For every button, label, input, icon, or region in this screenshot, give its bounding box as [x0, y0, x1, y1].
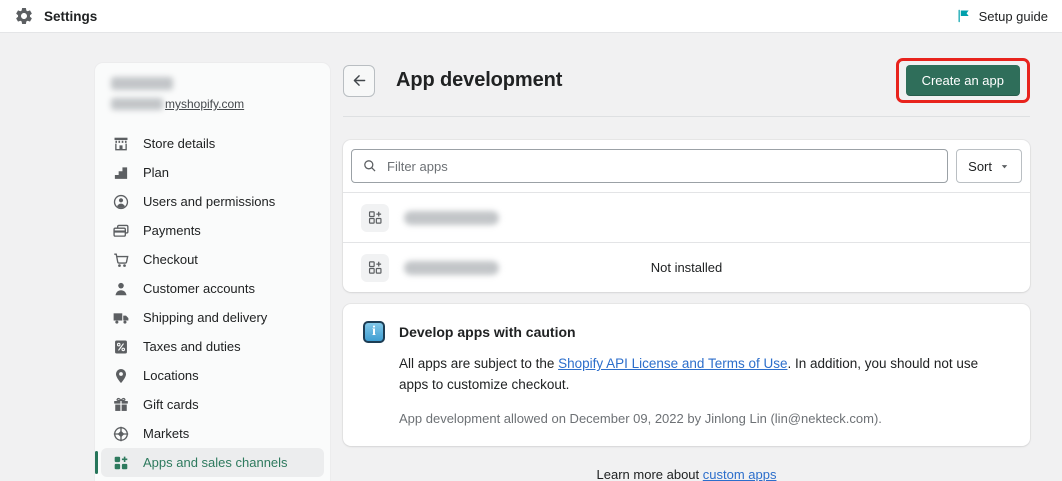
plan-icon	[112, 164, 130, 182]
settings-gear-icon	[14, 6, 34, 26]
red-annotation-box: Create an app	[895, 58, 1030, 103]
caution-banner: i Develop apps with caution All apps are…	[343, 304, 1030, 446]
users-icon	[112, 193, 130, 211]
sidebar-item-label: Store details	[143, 136, 216, 151]
app-grid-icon	[361, 253, 389, 282]
store-subdomain-redacted	[111, 98, 163, 110]
sidebar-item-gift-cards[interactable]: Gift cards	[95, 390, 330, 419]
store-header: myshopify.com	[95, 63, 330, 121]
sidebar-item-plan[interactable]: Plan	[95, 158, 330, 187]
sidebar-item-label: Checkout	[143, 252, 198, 267]
taxes-icon	[112, 338, 130, 356]
sidebar-item-customer-accounts[interactable]: Customer accounts	[95, 274, 330, 303]
sidebar-item-label: Apps and sales channels	[143, 455, 288, 470]
footer-text: Learn more about	[596, 467, 703, 481]
sidebar-item-label: Users and permissions	[143, 194, 276, 209]
page-header: App development Create an app	[343, 58, 1030, 103]
page-title: App development	[396, 69, 563, 91]
sort-label: Sort	[968, 158, 992, 174]
banner-header: i Develop apps with caution	[363, 321, 1010, 343]
footer-help-text: Learn more about custom apps	[343, 467, 1030, 481]
setup-guide-label: Setup guide	[978, 8, 1048, 24]
sidebar-item-store-details[interactable]: Store details	[95, 129, 330, 158]
sidebar-item-taxes-duties[interactable]: Taxes and duties	[95, 332, 330, 361]
arrow-left-icon	[353, 75, 365, 86]
apps-list-card: Sort Not installed	[343, 140, 1030, 292]
banner-note: App development allowed on December 09, …	[399, 411, 882, 426]
api-license-link[interactable]: Shopify API License and Terms of Use	[558, 356, 787, 371]
banner-title: Develop apps with caution	[399, 324, 576, 340]
sort-button[interactable]: Sort	[956, 149, 1022, 183]
info-icon: i	[363, 321, 385, 343]
sidebar-item-label: Plan	[143, 165, 170, 180]
settings-title: Settings	[44, 8, 98, 24]
custom-apps-link[interactable]: custom apps	[703, 467, 777, 481]
app-name-redacted	[404, 260, 499, 275]
header-divider	[343, 116, 1030, 117]
gift-icon	[112, 396, 130, 414]
markets-icon	[112, 425, 130, 443]
filter-apps-field[interactable]	[351, 149, 949, 183]
sidebar-item-apps-sales-channels[interactable]: Apps and sales channels	[95, 448, 324, 477]
banner-body: All apps are subject to the Shopify API …	[399, 353, 1010, 395]
sidebar-item-locations[interactable]: Locations	[95, 361, 330, 390]
sidebar-item-label: Shipping and delivery	[143, 310, 268, 325]
sidebar-item-label: Gift cards	[143, 397, 199, 412]
setup-guide-button[interactable]: Setup guide	[956, 8, 1048, 24]
sidebar-item-label: Markets	[143, 426, 190, 441]
chevron-down-icon	[1001, 164, 1008, 168]
sidebar-item-users-permissions[interactable]: Users and permissions	[95, 187, 330, 216]
sidebar-item-markets[interactable]: Markets	[95, 419, 330, 448]
settings-content: myshopify.com Store details Plan Users a…	[0, 33, 1062, 481]
sidebar-item-label: Taxes and duties	[143, 339, 241, 354]
filter-apps-input[interactable]	[387, 158, 938, 174]
store-domain-link[interactable]: myshopify.com	[165, 97, 244, 111]
checkout-icon	[112, 251, 130, 269]
app-list-item[interactable]: Not installed	[343, 242, 1030, 292]
sidebar-item-payments[interactable]: Payments	[95, 216, 330, 245]
flag-icon	[958, 9, 969, 23]
app-status: Not installed	[650, 260, 723, 275]
app-development-panel: App development Create an app Sort	[343, 33, 1030, 481]
sidebar-item-checkout[interactable]: Checkout	[95, 245, 330, 274]
back-button[interactable]	[343, 64, 375, 97]
apps-icon	[112, 454, 130, 472]
sidebar-item-label: Customer accounts	[143, 281, 255, 296]
sidebar-item-shipping-delivery[interactable]: Shipping and delivery	[95, 303, 330, 332]
payments-icon	[112, 222, 130, 240]
customer-icon	[112, 280, 130, 298]
settings-nav: Store details Plan Users and permissions…	[95, 129, 330, 477]
search-icon	[362, 158, 378, 174]
sidebar-item-label: Locations	[143, 368, 199, 383]
storefront-icon	[112, 135, 130, 153]
create-an-app-button[interactable]: Create an app	[905, 65, 1020, 96]
topbar: Settings Setup guide	[0, 0, 1062, 33]
settings-sidebar: myshopify.com Store details Plan Users a…	[95, 63, 330, 481]
shipping-icon	[112, 309, 130, 327]
store-name-redacted	[111, 77, 173, 90]
locations-icon	[112, 367, 130, 385]
app-list-item[interactable]	[343, 192, 1030, 242]
filter-row: Sort	[343, 140, 1030, 192]
app-grid-icon	[361, 203, 389, 232]
banner-body-text: All apps are subject to the	[399, 356, 559, 371]
sidebar-item-label: Payments	[143, 223, 201, 238]
app-name-redacted	[404, 210, 499, 225]
